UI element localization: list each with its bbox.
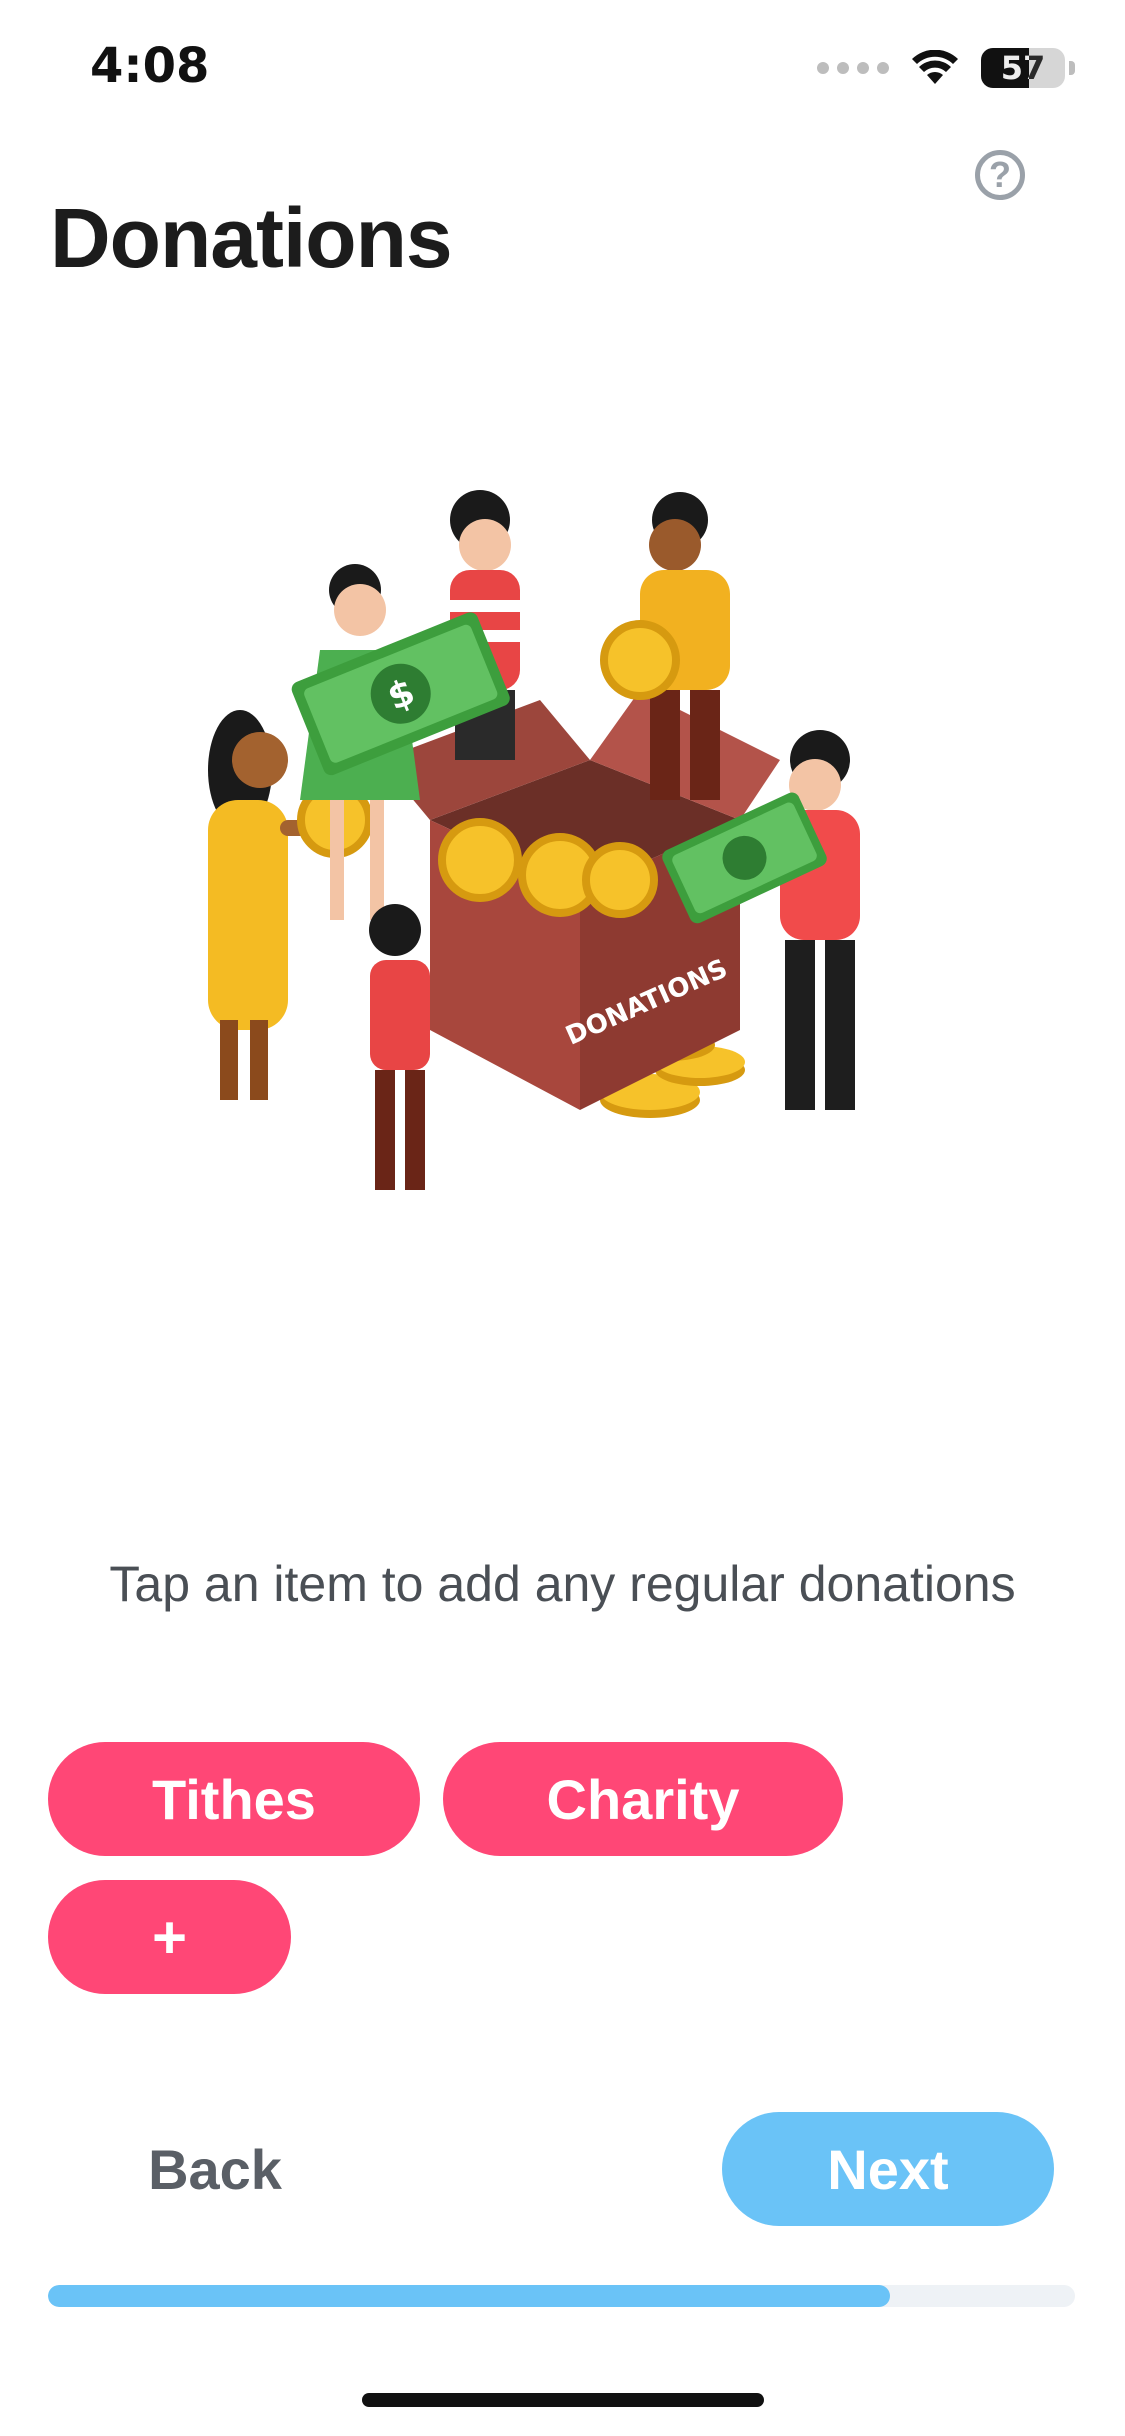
battery-nub <box>1069 61 1075 75</box>
progress-bar <box>48 2285 1075 2307</box>
person-red-shirt <box>369 904 430 1190</box>
progress-fill <box>48 2285 891 2307</box>
next-button[interactable]: Next <box>722 2112 1054 2226</box>
question-circle-icon[interactable]: ? <box>975 150 1025 200</box>
battery-icon: 57 <box>981 48 1065 88</box>
status-icons: 57 <box>817 48 1075 88</box>
back-button[interactable]: Back <box>110 2112 320 2226</box>
donations-illustration: DONATIONS $ <box>208 490 860 1190</box>
page-title: Donations <box>50 191 453 285</box>
status-time: 4:08 <box>90 38 210 94</box>
chip-charity[interactable]: Charity <box>443 1742 843 1856</box>
person-red-top <box>780 730 860 1110</box>
help-glyph: ? <box>989 154 1011 195</box>
coin-icon <box>600 620 680 700</box>
instruction-text: Tap an item to add any regular donations <box>109 1556 1016 1612</box>
signal-dots-icon <box>817 62 889 74</box>
home-indicator <box>362 2393 764 2407</box>
battery-level: 57 <box>1000 49 1046 87</box>
chip-tithes[interactable]: Tithes <box>48 1742 420 1856</box>
wifi-icon <box>912 50 958 84</box>
add-chip-button[interactable]: + <box>48 1880 291 1994</box>
status-bar: 4:08 57 <box>0 0 1125 140</box>
